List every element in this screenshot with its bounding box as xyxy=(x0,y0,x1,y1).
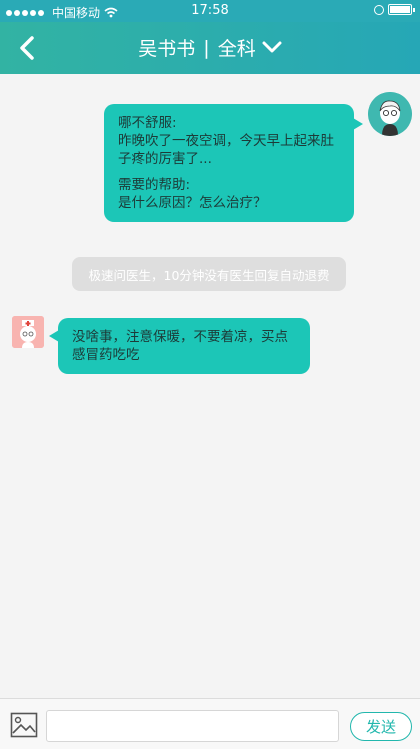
doctor-avatar[interactable] xyxy=(12,316,44,348)
user-message-row: 哪不舒服: 昨晚吹了一夜空调，今天早上起来肚子疼的厉害了... 需要的帮助: 是… xyxy=(104,92,412,222)
image-icon xyxy=(10,712,38,738)
chat-area[interactable]: 哪不舒服: 昨晚吹了一夜空调，今天早上起来肚子疼的厉害了... 需要的帮助: 是… xyxy=(0,74,420,696)
status-right xyxy=(374,4,415,15)
title-separator: | xyxy=(203,36,210,59)
doctor-name: 吴书书 xyxy=(138,38,196,60)
image-button[interactable] xyxy=(10,712,38,738)
doctor-message-row: 没啥事，注意保暖，不要着凉，买点感冒药吃吃 xyxy=(12,316,310,374)
rotation-lock-icon xyxy=(374,4,384,15)
user-avatar-icon xyxy=(368,92,412,136)
status-time: 17:58 xyxy=(191,3,229,18)
department-label: 全科 xyxy=(217,38,256,60)
symptom-text: 昨晚吹了一夜空调，今天早上起来肚子疼的厉害了... xyxy=(118,133,334,167)
battery-icon xyxy=(388,4,415,15)
doctor-avatar-icon xyxy=(12,316,44,348)
nav-title: 吴书书 | 全科 xyxy=(0,34,420,61)
status-bar: 中国移动 17:58 xyxy=(0,0,420,22)
message-input[interactable] xyxy=(46,710,339,742)
send-button[interactable]: 发送 xyxy=(350,712,412,741)
help-text: 是什么原因？怎么治疗？ xyxy=(118,195,267,211)
system-notice: 极速问医生，10分钟没有医生回复自动退费 xyxy=(72,257,346,291)
department-selector[interactable]: 全科 xyxy=(218,34,282,61)
nav-bar: 吴书书 | 全科 xyxy=(0,22,420,74)
help-label: 需要的帮助: xyxy=(118,177,191,193)
symptom-label: 哪不舒服: xyxy=(118,115,177,131)
input-bar: 发送 xyxy=(0,698,420,749)
user-message-bubble: 哪不舒服: 昨晚吹了一夜空调，今天早上起来肚子疼的厉害了... 需要的帮助: 是… xyxy=(104,104,363,222)
user-avatar[interactable] xyxy=(368,92,412,136)
chevron-down-icon xyxy=(262,37,282,59)
doctor-message-bubble: 没啥事，注意保暖，不要着凉，买点感冒药吃吃 xyxy=(49,318,310,374)
